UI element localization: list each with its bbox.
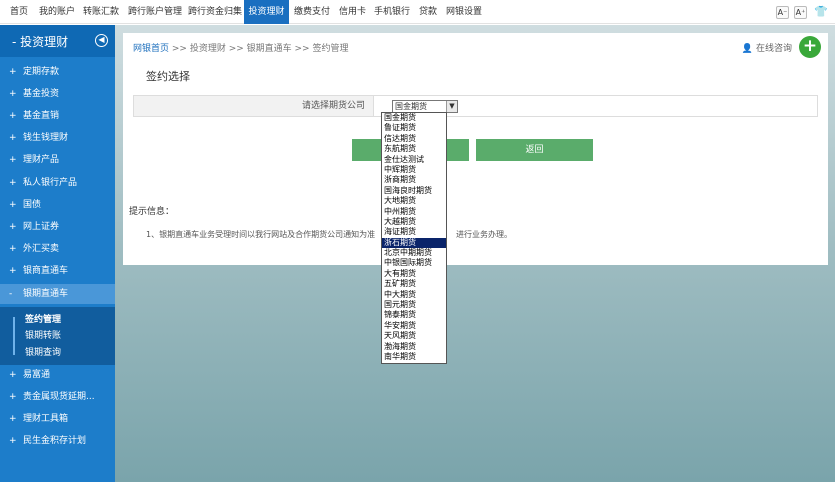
dropdown-option[interactable]: 鲁证期货 [382,123,446,133]
tips-line-2: 进行业务办理。 [456,230,512,239]
dropdown-option[interactable]: 信达期货 [382,134,446,144]
dropdown-option[interactable]: 国海良时期货 [382,186,446,196]
shirt-icon[interactable]: 👕 [814,6,828,19]
nav-home[interactable]: 首页 [10,0,28,24]
nav-settings[interactable]: 网银设置 [446,0,482,24]
top-navigation: 首页 我的账户 转账汇款 跨行账户管理 跨行资金归集 投资理财 缴费支付 信用卡… [0,0,835,24]
nav-payment[interactable]: 缴费支付 [294,0,330,24]
sidebar-item-treasury-bond[interactable]: + 国债 [0,195,115,215]
nav-loan[interactable]: 贷款 [419,0,437,24]
dropdown-option[interactable]: 大越期货 [382,217,446,227]
sidebar-item-private-bank[interactable]: + 私人银行产品 [0,173,115,193]
dropdown-option[interactable]: 中银国际期货 [382,258,446,268]
dropdown-option[interactable]: 东航期货 [382,144,446,154]
dropdown-option[interactable]: 金仕达测试 [382,155,446,165]
nav-my-account[interactable]: 我的账户 [39,0,75,24]
dropdown-option[interactable]: 国金期货 [382,113,446,123]
dropdown-option[interactable]: 浙商期货 [382,175,446,185]
tips-line-1: 1、银期直通车业务受理时间以我行网站及合作期货公司通知为准 [146,230,376,239]
user-icon: 👤 [741,44,754,54]
sidebar-item-fund-direct[interactable]: + 基金直销 [0,106,115,126]
sidebar-title: - 投资理财 ◀ [0,25,115,57]
sidebar-subnav: 签约管理 银期转账 银期查询 [0,307,115,365]
sidebar-item-gold-savings[interactable]: + 民生金积存计划 [0,431,115,451]
sidebar-item-forex[interactable]: + 外汇买卖 [0,239,115,259]
tips-title: 提示信息： [129,207,175,217]
font-increase-button[interactable]: A⁺ [794,6,807,19]
online-consult-link[interactable]: 👤 在线咨询 [742,41,792,54]
sidebar-item-fixed-deposit[interactable]: + 定期存款 [0,62,115,82]
sidebar-item-fund-invest[interactable]: + 基金投资 [0,84,115,104]
sidebar-item-online-securities[interactable]: + 网上证券 [0,217,115,237]
content-panel: 网银首页 >> 投资理财 >> 银期直通车 >> 签约管理 👤 在线咨询 + 签… [123,33,828,265]
dropdown-option[interactable]: 大地期货 [382,196,446,206]
sidebar-item-yifutong[interactable]: + 易富通 [0,365,115,385]
dropdown-option[interactable]: 天风期货 [382,331,446,341]
dropdown-option[interactable]: 锦泰期货 [382,310,446,320]
dropdown-option[interactable]: 中辉期货 [382,165,446,175]
nav-credit-card[interactable]: 信用卡 [339,0,366,24]
chevron-down-icon[interactable]: ▼ [446,101,457,112]
dropdown-option[interactable]: 北京中期期货 [382,248,446,258]
dropdown-option[interactable]: 中大期货 [382,290,446,300]
nav-interbank-fund[interactable]: 跨行资金归集 [188,0,242,24]
nav-transfer[interactable]: 转账汇款 [83,0,119,24]
sidebar-item-precious-metal[interactable]: + 贵金属现货延期... [0,387,115,407]
nav-interbank-account[interactable]: 跨行账户管理 [128,0,182,24]
futures-company-dropdown: 国金期货 鲁证期货 信达期货 东航期货 金仕达测试 中辉期货 浙商期货 国海良时… [381,112,447,364]
subitem-futures-transfer[interactable]: 银期转账 [25,328,61,341]
sidebar-item-money-finance[interactable]: + 钱生钱理财 [0,128,115,148]
page-title: 签约选择 [146,70,190,83]
subitem-futures-query[interactable]: 银期查询 [25,345,61,358]
font-decrease-button[interactable]: A⁻ [776,6,789,19]
breadcrumb-home-link[interactable]: 网银首页 [133,44,169,54]
add-icon[interactable]: + [799,36,821,58]
dropdown-option-highlighted[interactable]: 浙石期货 [382,237,446,249]
dropdown-option[interactable]: 五矿期货 [382,279,446,289]
sidebar-item-wealth-products[interactable]: + 理财产品 [0,150,115,170]
dropdown-option[interactable]: 南华期货 [382,352,446,362]
sidebar-item-finance-tools[interactable]: + 理财工具箱 [0,409,115,429]
subitem-contract-manage[interactable]: 签约管理 [25,312,61,325]
dropdown-option[interactable]: 渤海期货 [382,342,446,352]
back-button[interactable]: 返回 [476,139,593,161]
dropdown-option[interactable]: 中州期货 [382,207,446,217]
dropdown-option[interactable]: 大有期货 [382,269,446,279]
nav-mobile-bank[interactable]: 手机银行 [374,0,410,24]
dropdown-option[interactable]: 海证期货 [382,227,446,237]
breadcrumb: 网银首页 >> 投资理财 >> 银期直通车 >> 签约管理 [133,44,349,54]
form-row: 请选择期货公司 国金期货 ▼ [133,95,818,117]
nav-investment[interactable]: 投资理财 [244,0,289,24]
sidebar-item-bank-futures[interactable]: - 银期直通车 [0,284,115,304]
futures-company-label: 请选择期货公司 [134,96,374,116]
main-area: 网银首页 >> 投资理财 >> 银期直通车 >> 签约管理 👤 在线咨询 + 签… [115,25,835,482]
dropdown-option[interactable]: 国元期货 [382,300,446,310]
sidebar: - 投资理财 ◀ + 定期存款 + 基金投资 + 基金直销 + 钱生钱理财 + 理财产品 … [0,25,115,482]
collapse-icon[interactable]: ◀ [95,34,108,47]
sidebar-item-bank-merchant[interactable]: + 银商直通车 [0,261,115,281]
dropdown-option[interactable]: 华安期货 [382,321,446,331]
